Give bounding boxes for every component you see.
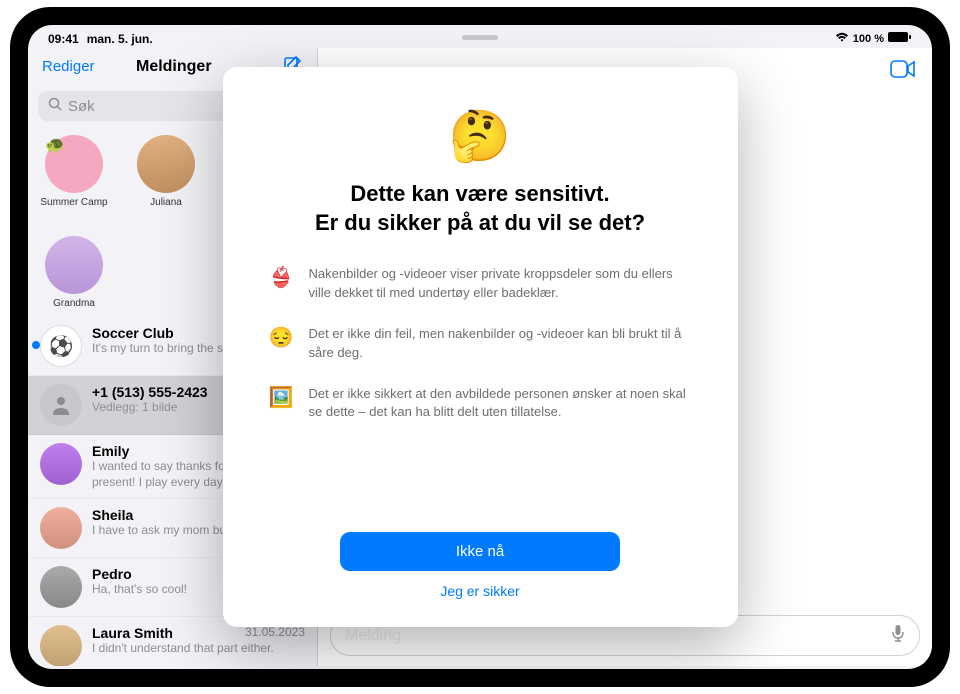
- picture-icon: 🖼️: [269, 385, 293, 410]
- sensitive-content-modal: 🤔 Dette kan være sensitivt. Er du sikker…: [223, 67, 738, 627]
- not-now-button[interactable]: Ikke nå: [340, 532, 620, 571]
- screen: 09:41 man. 5. jun. 100 % Rediger Melding…: [28, 25, 932, 669]
- thinking-emoji: 🤔: [449, 107, 511, 166]
- bullet-text: Det er ikke sikkert at den avbildede per…: [309, 385, 692, 423]
- modal-backdrop: 🤔 Dette kan være sensitivt. Er du sikker…: [28, 25, 932, 669]
- sad-icon: 😔: [269, 325, 293, 350]
- bullet-text: Nakenbilder og -videoer viser private kr…: [309, 265, 692, 303]
- modal-title: Dette kan være sensitivt. Er du sikker p…: [315, 180, 645, 237]
- ipad-frame: 09:41 man. 5. jun. 100 % Rediger Melding…: [10, 7, 950, 687]
- im-sure-button[interactable]: Jeg er sikker: [440, 583, 519, 599]
- modal-bullet: 😔 Det er ikke din feil, men nakenbilder …: [269, 325, 692, 363]
- modal-body: 👙 Nakenbilder og -videoer viser private …: [269, 265, 692, 422]
- modal-bullet: 🖼️ Det er ikke sikkert at den avbildede …: [269, 385, 692, 423]
- clothing-icon: 👙: [269, 265, 293, 290]
- modal-bullet: 👙 Nakenbilder og -videoer viser private …: [269, 265, 692, 303]
- bullet-text: Det er ikke din feil, men nakenbilder og…: [309, 325, 692, 363]
